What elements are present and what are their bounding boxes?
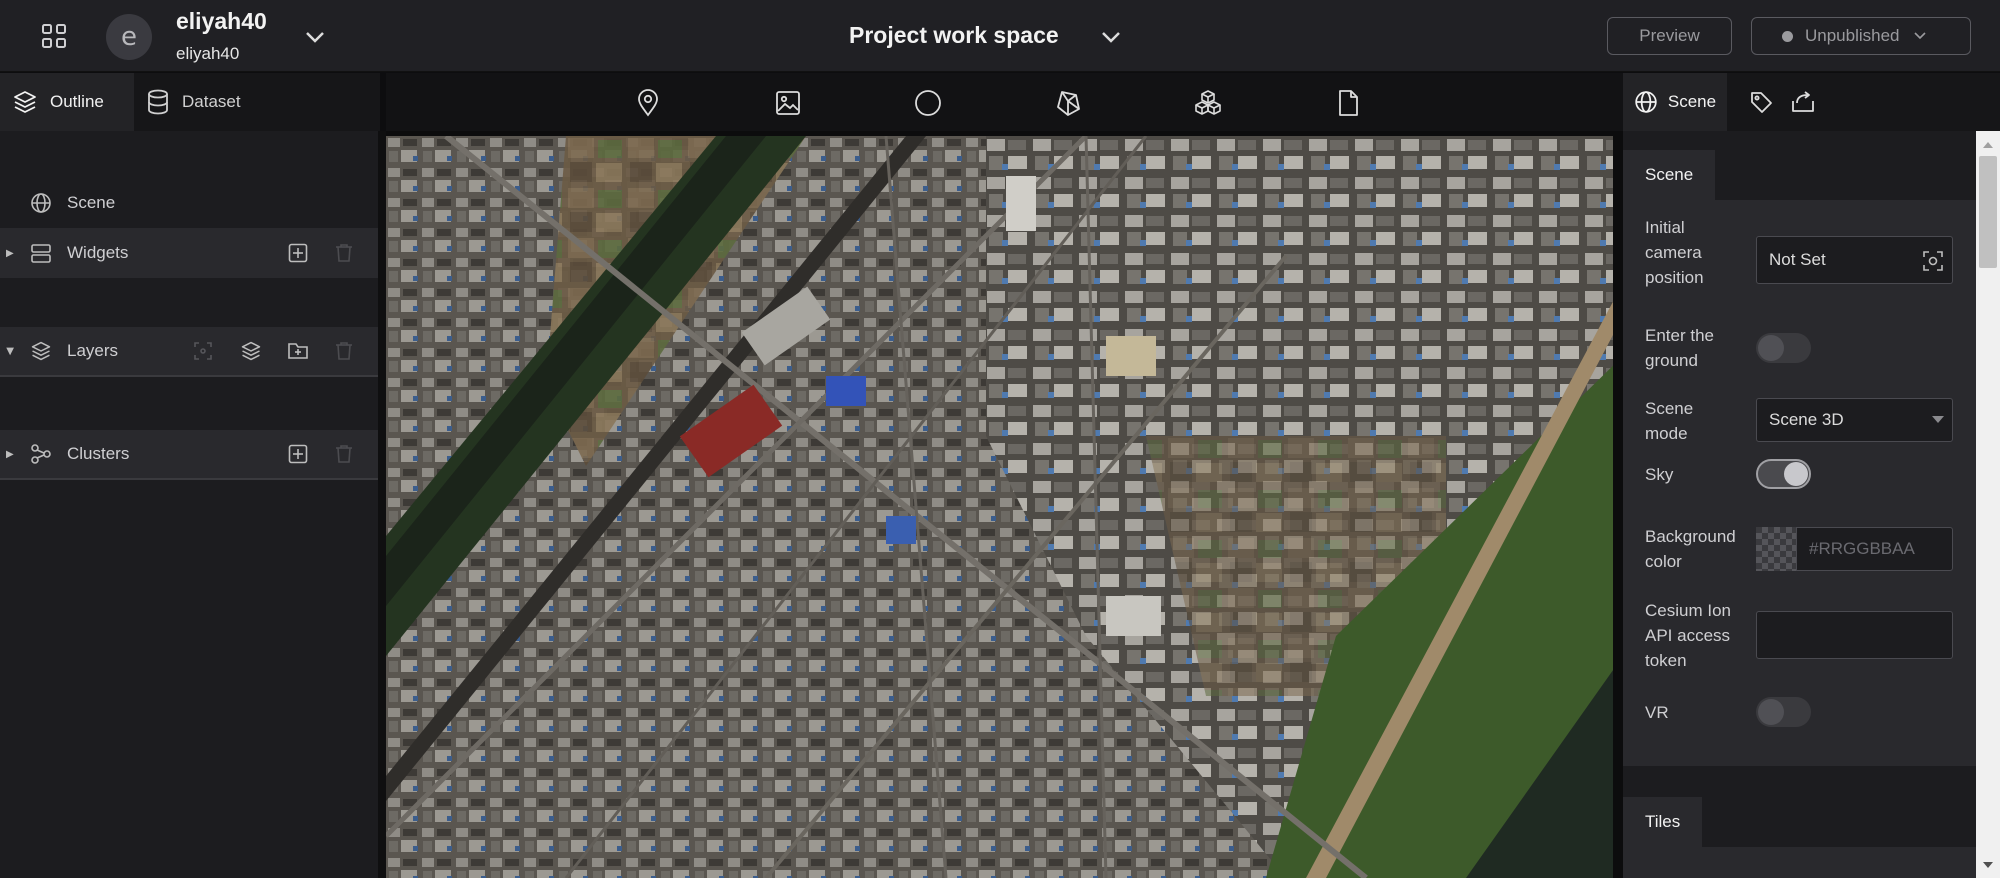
scroll-down-arrow-icon[interactable] (1981, 858, 1995, 872)
polyhedron-icon[interactable] (1052, 87, 1084, 119)
expand-arrow-icon[interactable]: ▶ (6, 449, 14, 460)
token-label-line2: API access (1645, 626, 1731, 645)
camera-label-line2: camera (1645, 243, 1702, 262)
add-folder-icon[interactable] (284, 337, 312, 365)
scroll-up-arrow-icon[interactable] (1981, 138, 1995, 152)
tiles-section-title[interactable]: Tiles (1623, 797, 1703, 847)
right-panel-tabs: Scene (1623, 73, 2000, 131)
token-label-line3: token (1645, 651, 1687, 670)
scene-section-body: Initial camera position Not Set Enter th… (1623, 200, 1976, 766)
ground-label-line2: ground (1645, 351, 1698, 370)
trash-icon[interactable] (330, 440, 358, 468)
expand-arrow-icon[interactable]: ▶ (6, 248, 14, 259)
map-viewport[interactable] (386, 136, 1623, 878)
tiles-section-header: Tiles (1623, 797, 1976, 847)
outline-group-label: Widgets (67, 243, 129, 262)
avatar[interactable]: e (106, 14, 152, 60)
add-cluster-icon[interactable] (284, 440, 312, 468)
bg-color-input[interactable]: #RRGGBBAA (1796, 527, 1953, 571)
preview-button[interactable]: Preview (1607, 17, 1732, 55)
tag-icon (1749, 90, 1773, 114)
outline-item-label: Scene (67, 193, 116, 212)
tab-dataset[interactable]: Dataset (146, 73, 266, 131)
camera-label-line3: position (1645, 268, 1704, 287)
tab-scene[interactable]: Scene (1623, 73, 1727, 131)
database-icon (146, 89, 182, 115)
bg-color-label-line1: Background (1645, 527, 1736, 546)
workspace-chevron-down-icon[interactable] (300, 22, 330, 52)
outline-item-scene[interactable]: Scene (0, 178, 378, 228)
project-chevron-down-icon[interactable] (1096, 22, 1126, 52)
tab-outline[interactable]: Outline (0, 73, 134, 131)
tab-publish[interactable] (1785, 73, 1821, 131)
scene-section-header: Scene (1623, 150, 1976, 200)
tab-dataset-label: Dataset (182, 92, 241, 111)
layers-icon (30, 340, 52, 362)
globe-icon (1634, 90, 1658, 114)
publish-status-label: Unpublished (1805, 26, 1900, 45)
workspace-subtitle: eliyah40 (176, 44, 240, 63)
cesium-token-input[interactable] (1756, 611, 1953, 659)
top-header: e eliyah40 eliyah40 Project work space P… (0, 0, 2000, 72)
trash-icon[interactable] (330, 337, 358, 365)
left-panel-resizer[interactable] (378, 131, 386, 878)
focus-frame-icon[interactable] (189, 337, 217, 365)
widgets-icon (30, 242, 52, 264)
camera-label-line1: Initial (1645, 218, 1685, 237)
tab-outline-label: Outline (50, 92, 104, 111)
select-caret-icon (1932, 416, 1944, 423)
tab-tags[interactable] (1743, 73, 1779, 131)
scrollbar-thumb[interactable] (1979, 156, 1997, 268)
token-label-line1: Cesium Ion (1645, 601, 1731, 620)
circle-shape-icon[interactable] (912, 87, 944, 119)
tiles-section-body (1623, 847, 1976, 878)
add-layer-icon[interactable] (237, 337, 265, 365)
camera-position-field[interactable]: Not Set (1756, 236, 1953, 284)
outline-group-widgets[interactable]: ▶ Widgets (0, 228, 378, 278)
apps-grid-icon[interactable] (36, 18, 72, 54)
outline-group-label: Clusters (67, 444, 130, 463)
outline-group-clusters[interactable]: ▶ Clusters (0, 430, 378, 480)
bg-color-swatch[interactable] (1756, 527, 1796, 571)
scene-mode-value: Scene 3D (1769, 410, 1844, 429)
file-icon[interactable] (1332, 87, 1364, 119)
marker-pin-icon[interactable] (632, 87, 664, 119)
project-title[interactable]: Project work space (849, 22, 1059, 49)
left-panel-tabs: Outline Dataset (0, 73, 380, 131)
add-widget-icon[interactable] (284, 239, 312, 267)
camera-position-value: Not Set (1769, 250, 1826, 269)
scene-section-title[interactable]: Scene (1623, 150, 1716, 200)
scene-mode-select[interactable]: Scene 3D (1756, 398, 1953, 442)
chevron-down-icon (1913, 32, 1926, 40)
outline-group-label: Layers (67, 341, 119, 360)
clusters-icon (30, 443, 52, 465)
bg-color-label-line2: color (1645, 552, 1682, 571)
expand-arrow-icon[interactable]: ▶ (4, 347, 15, 355)
outline-panel: Scene ▶ Widgets ▶ Layers ▶ Clusters (0, 131, 380, 878)
vr-label: VR (1645, 703, 1669, 722)
scene-settings-panel: Scene Initial camera position Not Set En… (1623, 131, 1976, 878)
trash-icon[interactable] (330, 239, 358, 267)
map-toolbar (386, 73, 1623, 131)
capture-camera-icon[interactable] (1922, 250, 1944, 272)
scene-mode-label-line1: Scene (1645, 399, 1694, 418)
workspace-name: eliyah40 (176, 8, 267, 34)
ground-label-line1: Enter the (1645, 326, 1714, 345)
tab-scene-label: Scene (1667, 92, 1717, 111)
publish-status-dropdown[interactable]: Unpublished (1751, 17, 1971, 55)
status-dot-icon (1782, 30, 1793, 42)
vr-toggle[interactable] (1756, 697, 1811, 727)
image-icon[interactable] (772, 87, 804, 119)
export-share-icon (1790, 90, 1816, 114)
layers-icon (12, 89, 50, 115)
outline-group-layers[interactable]: ▶ Layers (0, 327, 378, 377)
enter-ground-toggle[interactable] (1756, 333, 1811, 363)
scene-mode-label-line2: mode (1645, 424, 1688, 443)
globe-icon (30, 192, 52, 214)
sky-toggle[interactable] (1756, 459, 1811, 489)
cubes-3d-icon[interactable] (1192, 87, 1224, 119)
sky-label: Sky (1645, 465, 1674, 484)
